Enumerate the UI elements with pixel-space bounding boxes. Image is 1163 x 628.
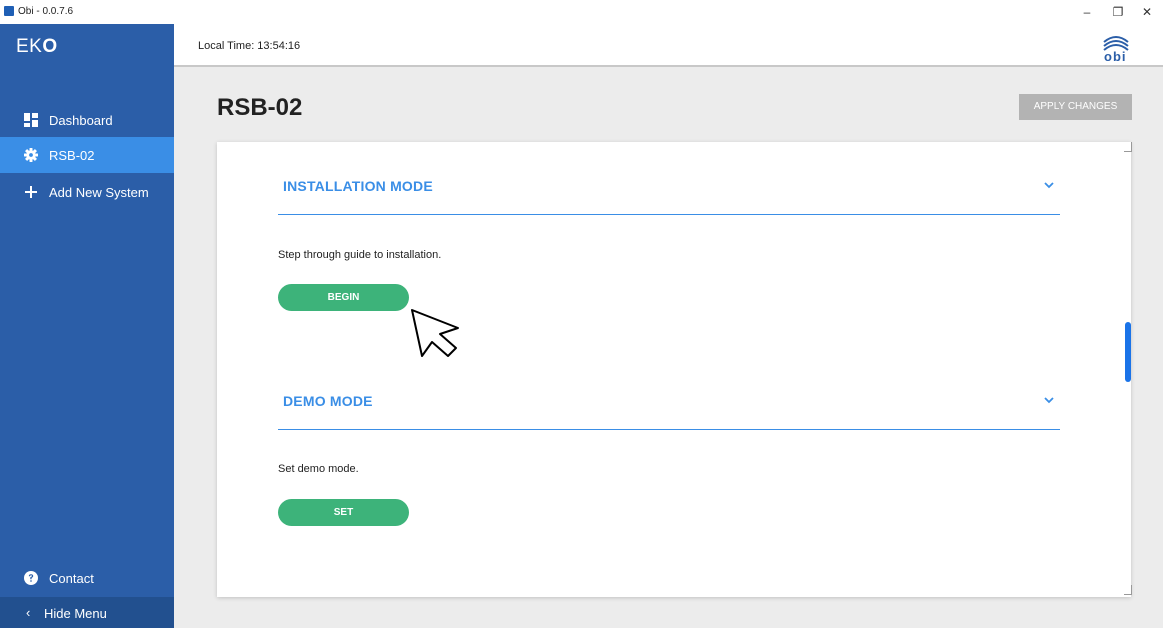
obi-logo: obi: [1096, 28, 1136, 64]
sidebar-item-label: Dashboard: [49, 113, 113, 128]
section-description: Step through guide to installation.: [278, 249, 442, 261]
scrollbar-thumb[interactable]: [1125, 322, 1131, 382]
settings-card: [217, 142, 1131, 597]
dashboard-icon: [24, 113, 38, 127]
section-description: Set demo mode.: [278, 463, 359, 475]
section-title-demo-mode[interactable]: DEMO MODE: [283, 393, 373, 409]
plus-icon: [25, 186, 37, 198]
set-button[interactable]: SET: [278, 499, 409, 526]
top-header: Local Time: 13:54:16 obi: [174, 24, 1163, 67]
resize-corner-bottom: [1124, 585, 1132, 595]
section-divider: [278, 214, 1060, 215]
close-button[interactable]: ✕: [1136, 3, 1158, 21]
hide-menu-label: Hide Menu: [44, 606, 107, 621]
begin-button[interactable]: BEGIN: [278, 284, 409, 311]
minimize-button[interactable]: –: [1076, 3, 1098, 21]
brand-prefix: EK: [16, 36, 43, 57]
sidebar-item-label: RSB-02: [49, 148, 95, 163]
local-time: Local Time: 13:54:16: [198, 40, 301, 52]
section-title-installation-mode[interactable]: INSTALLATION MODE: [283, 178, 433, 194]
hide-menu-button[interactable]: ‹ Hide Menu: [0, 597, 174, 628]
mouse-pointer-icon: [411, 309, 459, 357]
sidebar-item-contact[interactable]: Contact: [0, 560, 174, 596]
app-icon: [4, 6, 14, 16]
section-divider: [278, 429, 1060, 430]
page-title: RSB-02: [217, 94, 303, 121]
window-titlebar: Obi - 0.0.7.6 – ❐ ✕: [0, 0, 1163, 24]
chevron-left-icon: ‹: [26, 605, 31, 620]
sidebar-item-label: Contact: [49, 571, 94, 586]
apply-changes-button[interactable]: APPLY CHANGES: [1019, 94, 1132, 120]
chevron-down-icon[interactable]: [1043, 181, 1055, 189]
help-icon: [24, 571, 38, 585]
sidebar: EKO Dashboard RSB-02 Add New System Cont…: [0, 24, 174, 628]
brand-logo: EKO: [16, 36, 58, 58]
sidebar-item-add-new-system[interactable]: Add New System: [0, 174, 174, 210]
restore-button[interactable]: ❐: [1107, 3, 1129, 21]
chevron-down-icon[interactable]: [1043, 396, 1055, 404]
sidebar-item-label: Add New System: [49, 185, 149, 200]
resize-corner-top: [1124, 142, 1132, 152]
brand-suffix: O: [42, 36, 58, 57]
gear-icon: [24, 148, 38, 162]
obi-logo-text: obi: [1104, 49, 1127, 64]
window-title: Obi - 0.0.7.6: [18, 6, 74, 17]
sidebar-item-dashboard[interactable]: Dashboard: [0, 102, 174, 138]
sidebar-item-rsb-02[interactable]: RSB-02: [0, 137, 174, 173]
